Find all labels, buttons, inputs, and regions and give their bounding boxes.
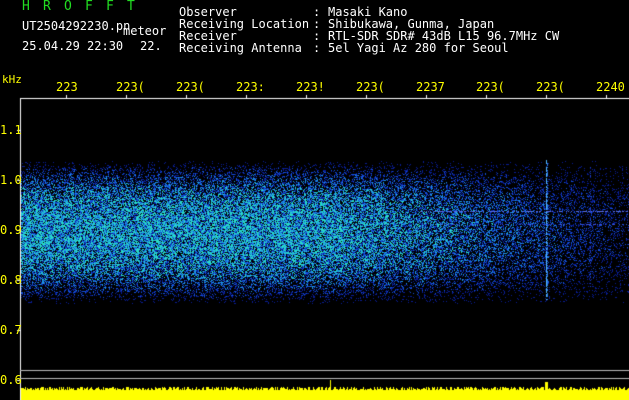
x-tick-label: 223( bbox=[176, 80, 205, 94]
y-tick-label: 0.9 bbox=[0, 223, 22, 237]
x-tick-label: 2240 bbox=[596, 80, 625, 94]
spectrogram-canvas bbox=[0, 0, 629, 400]
mode-label: meteor bbox=[123, 24, 167, 38]
x-tick-label: 223: bbox=[236, 80, 265, 94]
y-tick-label: 0.6 bbox=[0, 373, 22, 387]
antenna-sep: : bbox=[313, 41, 321, 55]
title-letter: R bbox=[43, 0, 51, 14]
title-letter: F bbox=[85, 0, 93, 14]
y-tick-label: 1.0 bbox=[0, 173, 22, 187]
title-letter: H bbox=[22, 0, 30, 14]
antenna-value: 5el Yagi Az 280 for Seoul bbox=[328, 41, 509, 55]
datetime: 25.04.29 22:30 bbox=[22, 39, 124, 53]
x-tick-label: 223( bbox=[116, 80, 145, 94]
x-tick-label: 223( bbox=[356, 80, 385, 94]
program-title: HROFFT bbox=[22, 0, 148, 14]
title-letter: O bbox=[64, 0, 72, 14]
y-tick-label: 0.7 bbox=[0, 323, 22, 337]
x-tick-label: 223( bbox=[476, 80, 505, 94]
x-tick-label: 223 bbox=[56, 80, 78, 94]
y-axis-unit: kHz bbox=[2, 73, 22, 86]
y-tick-label: 1.1 bbox=[0, 123, 22, 137]
antenna-label: Receiving Antenna bbox=[179, 41, 302, 55]
x-tick-label: 223! bbox=[296, 80, 325, 94]
title-letter: T bbox=[127, 0, 135, 14]
filename: UT2504292230.pn bbox=[22, 19, 131, 33]
x-tick-label: 223( bbox=[536, 80, 565, 94]
x-tick-label: 2237 bbox=[416, 80, 445, 94]
title-letter: F bbox=[106, 0, 114, 14]
y-tick-label: 0.8 bbox=[0, 273, 22, 287]
clipped-value: 22. bbox=[140, 39, 162, 53]
